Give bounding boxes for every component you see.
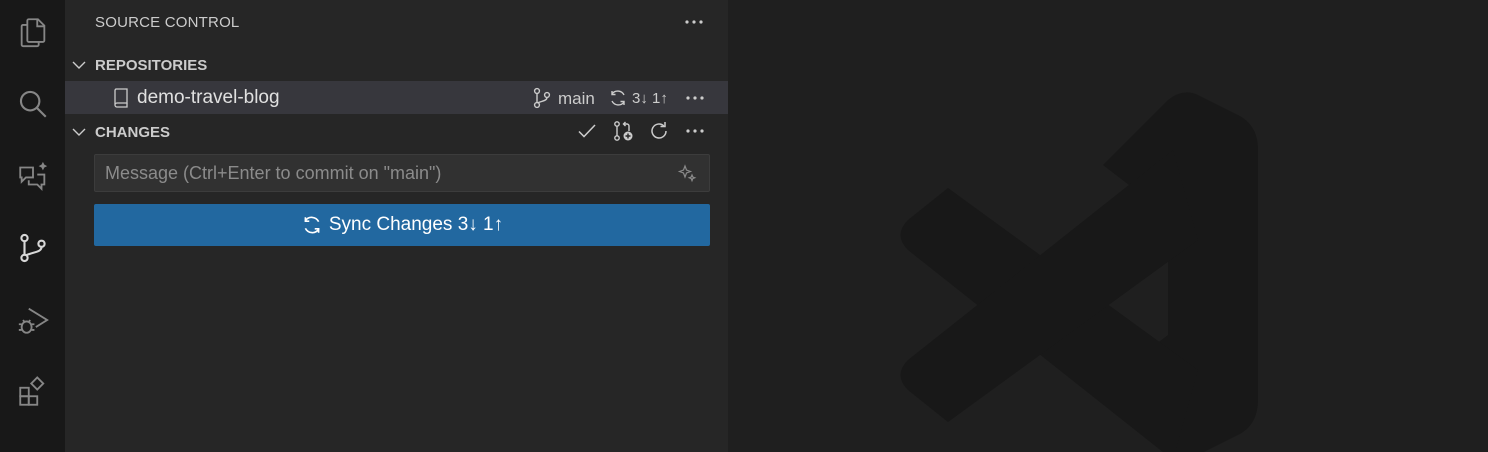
editor-area — [728, 0, 1488, 452]
chevron-down-icon — [72, 61, 86, 69]
repositories-section-header[interactable]: REPOSITORIES — [65, 49, 728, 81]
chat-icon[interactable] — [0, 148, 65, 204]
sync-icon — [304, 216, 320, 234]
create-pull-request-icon[interactable] — [611, 119, 635, 143]
more-actions-icon[interactable] — [682, 10, 706, 34]
sync-counts[interactable]: 3↓ 1↑ — [632, 90, 668, 107]
search-icon[interactable] — [0, 76, 65, 132]
repository-name: demo-travel-blog — [137, 87, 280, 108]
run-debug-icon[interactable] — [0, 292, 65, 348]
sync-changes-button[interactable]: Sync Changes 3↓ 1↑ — [94, 204, 710, 246]
source-control-icon[interactable] — [0, 220, 65, 276]
sync-changes-label: Sync Changes 3↓ 1↑ — [328, 214, 504, 235]
sidebar-title: SOURCE CONTROL — [95, 14, 240, 31]
repo-icon — [114, 88, 128, 108]
sync-icon[interactable] — [608, 88, 628, 108]
commit-check-icon[interactable] — [575, 119, 599, 143]
repo-more-actions-icon[interactable] — [683, 86, 707, 110]
explorer-icon[interactable] — [0, 4, 65, 60]
changes-more-actions-icon[interactable] — [683, 119, 707, 143]
branch-icon[interactable] — [532, 87, 552, 109]
activity-bar — [0, 0, 65, 452]
sparkle-icon[interactable] — [677, 163, 697, 183]
vscode-logo-icon — [900, 92, 1258, 452]
repositories-label: REPOSITORIES — [95, 56, 208, 74]
repository-row[interactable]: demo-travel-blog main 3↓ 1↑ — [65, 81, 728, 114]
refresh-icon[interactable] — [647, 119, 671, 143]
extensions-icon[interactable] — [0, 364, 65, 420]
chevron-down-icon — [72, 128, 86, 136]
branch-name[interactable]: main — [558, 89, 595, 109]
source-control-sidebar: SOURCE CONTROL REPOSITORIES demo-travel-… — [65, 0, 728, 452]
changes-label: CHANGES — [95, 123, 171, 141]
commit-message-input[interactable] — [94, 154, 710, 192]
